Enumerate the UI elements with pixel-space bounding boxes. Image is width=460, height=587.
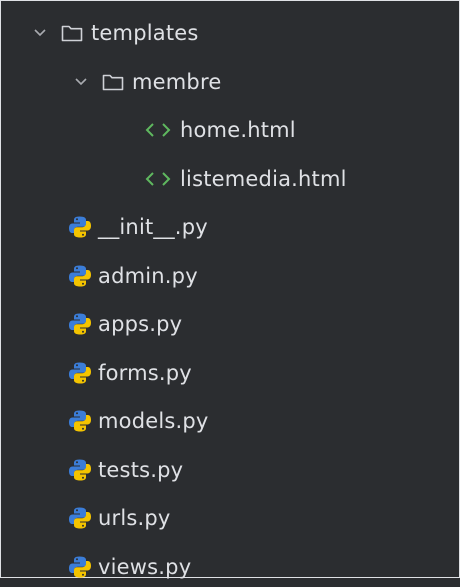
tree-node-apps-py[interactable]: apps.py <box>1 304 459 344</box>
folder-icon <box>60 23 84 43</box>
tree-node-label: urls.py <box>98 506 171 530</box>
tree-node-forms-py[interactable]: forms.py <box>1 353 459 393</box>
folder-icon <box>101 72 125 92</box>
tree-node-label: membre <box>132 70 222 94</box>
tree-node-listemedia-html[interactable]: listemedia.html <box>1 159 459 199</box>
python-file-icon <box>68 312 92 336</box>
python-file-icon <box>68 361 92 385</box>
tree-node-label: templates <box>91 21 199 45</box>
chevron-down-icon[interactable] <box>71 72 91 92</box>
html-file-icon <box>145 121 171 139</box>
chevron-down-icon[interactable] <box>30 23 50 43</box>
tree-node-label: tests.py <box>98 458 184 482</box>
tree-node-home-html[interactable]: home.html <box>1 110 459 150</box>
tree-node-label: apps.py <box>98 312 183 336</box>
tree-node-label: views.py <box>98 555 192 579</box>
tree-node-label: __init__.py <box>98 215 208 239</box>
python-file-icon <box>68 555 92 579</box>
tree-node-label: listemedia.html <box>180 167 347 191</box>
tree-node-label: models.py <box>98 409 209 433</box>
tree-node-label: admin.py <box>98 264 198 288</box>
tree-node-views-py[interactable]: views.py <box>1 547 459 587</box>
tree-node-urls-py[interactable]: urls.py <box>1 498 459 538</box>
python-file-icon <box>68 458 92 482</box>
python-file-icon <box>68 215 92 239</box>
tree-node-models-py[interactable]: models.py <box>1 401 459 441</box>
tree-node-admin-py[interactable]: admin.py <box>1 256 459 296</box>
python-file-icon <box>68 409 92 433</box>
tree-node-init-py[interactable]: __init__.py <box>1 207 459 247</box>
python-file-icon <box>68 264 92 288</box>
tree-node-templates[interactable]: templates <box>1 13 459 53</box>
tree-node-tests-py[interactable]: tests.py <box>1 450 459 490</box>
tree-node-membre[interactable]: membre <box>1 62 459 102</box>
tree-node-label: forms.py <box>98 361 192 385</box>
tree-node-label: home.html <box>180 118 296 142</box>
python-file-icon <box>68 506 92 530</box>
html-file-icon <box>145 170 171 188</box>
project-file-tree: templates membre home.html listemedia.ht… <box>0 0 460 579</box>
